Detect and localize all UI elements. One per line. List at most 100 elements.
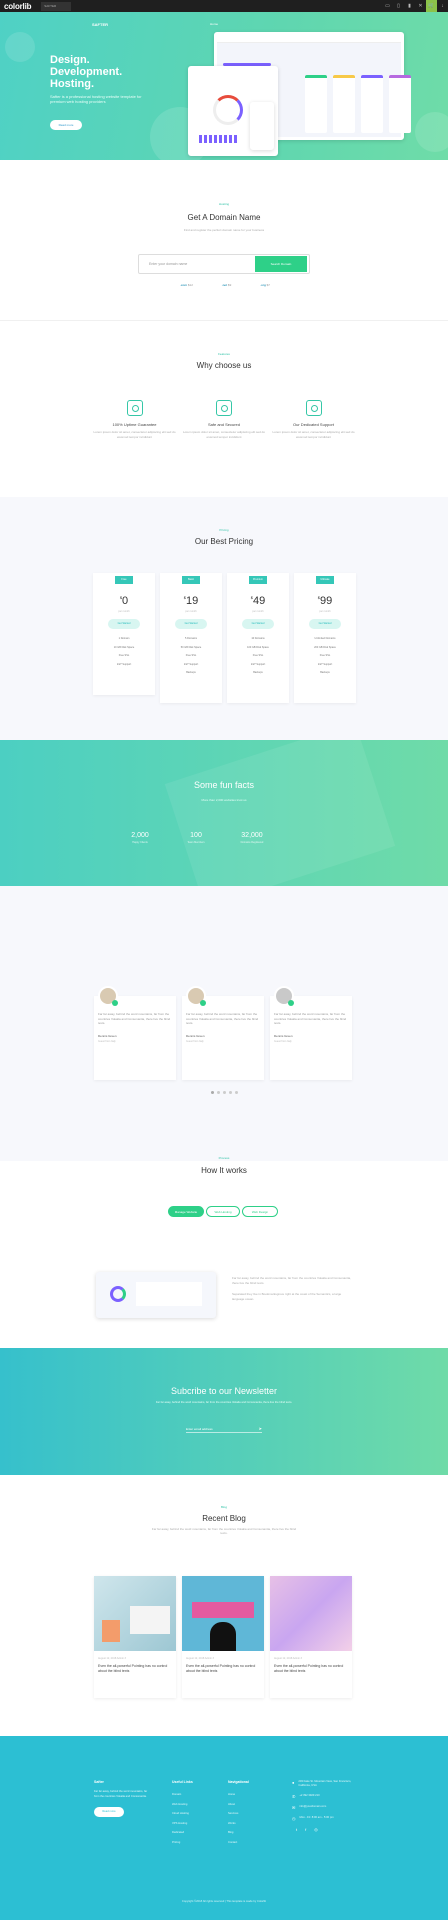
tld-item: .net $9 bbox=[221, 283, 232, 287]
contact-email[interactable]: info@yourdomain.com bbox=[299, 1805, 326, 1810]
fact-item: 32,000 Domains Registered bbox=[222, 832, 282, 844]
plan-feature: Unlimited Domains bbox=[314, 637, 336, 640]
feature-title: 100% Uptime Guarantee bbox=[112, 422, 157, 427]
map-pin-icon: ● bbox=[292, 1780, 295, 1785]
testimonial-role: Guest from Italy bbox=[186, 1039, 204, 1043]
hero-read-more-button[interactable]: Read more bbox=[50, 120, 82, 130]
hero-subtitle: Safter is a professional hosting website… bbox=[50, 94, 142, 104]
plan-feature: Backups bbox=[186, 671, 196, 674]
plan-feature: 100 GB Disk Space bbox=[247, 645, 269, 649]
how-text-2: Separated they live in Bookmarksgrove ri… bbox=[232, 1292, 342, 1301]
feature-text: Lorem ipsum dolor sit amet, consectetur … bbox=[182, 430, 266, 439]
plan-period: per month bbox=[252, 610, 264, 613]
blog-card[interactable]: August 12, 2018 Admin 3 Even the all-pow… bbox=[94, 1576, 176, 1698]
feature-title: Our Dedicated Support bbox=[293, 422, 334, 427]
testimonial-name: Dennis Green bbox=[98, 1033, 117, 1038]
footer-about: Safter Far far away, behind the word mou… bbox=[94, 1780, 152, 1817]
uptime-icon bbox=[126, 400, 143, 416]
nav-home[interactable]: Home bbox=[210, 22, 218, 26]
blog-label: Blog bbox=[220, 1505, 227, 1509]
download-icon[interactable]: ↓ bbox=[437, 0, 448, 12]
mobile-icon[interactable]: ▮ bbox=[404, 0, 415, 12]
blog-post-title[interactable]: Even the all-powerful Pointing has no co… bbox=[98, 1664, 172, 1674]
theme-tab[interactable]: SAFTER bbox=[41, 1, 72, 11]
tab-web-design[interactable]: Web Design bbox=[242, 1206, 278, 1217]
fact-label: Team Members bbox=[187, 841, 205, 844]
footer-link[interactable]: About bbox=[228, 1800, 249, 1810]
footer-contact: ● 203 Fake St. Mountain View, San Francis… bbox=[292, 1780, 356, 1832]
carousel-dot[interactable] bbox=[229, 1091, 232, 1094]
get-started-button[interactable]: Get Started bbox=[309, 619, 341, 629]
tab-manage-website[interactable]: Manage Website bbox=[168, 1206, 204, 1217]
tld-item: .org $7 bbox=[260, 283, 270, 287]
tab-web-hosting[interactable]: Web Hosting bbox=[206, 1206, 240, 1217]
plan-label: Basic bbox=[182, 576, 200, 584]
get-started-button[interactable]: Get Started bbox=[108, 619, 140, 629]
footer-read-more-button[interactable]: Read more bbox=[94, 1807, 124, 1817]
twitter-icon[interactable]: t bbox=[296, 1827, 297, 1832]
get-started-button[interactable]: Get Started bbox=[175, 619, 207, 629]
feature-card: Our Dedicated Support Lorem ipsum dolor … bbox=[271, 400, 356, 439]
plan-period: per month bbox=[319, 610, 331, 613]
desktop-icon[interactable]: ▭ bbox=[382, 0, 393, 12]
footer-link[interactable]: Contact bbox=[228, 1838, 249, 1848]
footer-link[interactable]: Services bbox=[228, 1809, 249, 1819]
clock-icon: ◷ bbox=[292, 1816, 296, 1821]
colorlib-logo[interactable]: colorlib bbox=[4, 2, 31, 11]
search-domain-button[interactable]: Search Domain bbox=[255, 256, 307, 272]
pricing-section bbox=[0, 497, 448, 740]
newsletter-title: Subcribe to our Newsletter bbox=[170, 1386, 278, 1396]
phone-icon: ✆ bbox=[292, 1794, 296, 1799]
avatar bbox=[98, 986, 118, 1006]
carousel-dot[interactable] bbox=[217, 1091, 220, 1094]
feature-text: Lorem ipsum dolor sit amet, consectetur … bbox=[93, 430, 176, 439]
blog-image bbox=[94, 1576, 176, 1651]
footer-link[interactable]: Home bbox=[228, 1790, 249, 1800]
footer-link[interactable]: Pricing bbox=[172, 1838, 193, 1848]
blog-post-title[interactable]: Even the all-powerful Pointing has no co… bbox=[186, 1664, 260, 1674]
contact-phone[interactable]: +2 392 3929 210 bbox=[299, 1794, 319, 1799]
plan-feature: 24/7 Support bbox=[116, 662, 132, 666]
footer-link[interactable]: Blog bbox=[228, 1828, 249, 1838]
footer-useful-links: Useful Links Domain Web Hosting Cloud Ho… bbox=[172, 1780, 193, 1847]
why-label: Features bbox=[218, 352, 230, 356]
blog-post-title[interactable]: Even the all-powerful Pointing has no co… bbox=[274, 1664, 348, 1674]
domain-search-input[interactable]: Enter your domain name bbox=[149, 262, 255, 266]
footer-link[interactable]: Web Hosting bbox=[172, 1800, 193, 1810]
plan-price: $49 bbox=[250, 595, 266, 607]
blog-image bbox=[182, 1576, 264, 1651]
testimonial-card: Far far away, behind the word mountains,… bbox=[182, 986, 264, 1080]
carousel-dot[interactable] bbox=[235, 1091, 238, 1094]
instagram-icon[interactable]: ◎ bbox=[314, 1827, 318, 1832]
send-icon[interactable]: ➤ bbox=[259, 1426, 262, 1431]
fact-number: 32,000 bbox=[241, 832, 263, 839]
avatar bbox=[186, 986, 206, 1006]
email-input[interactable]: Enter email address bbox=[186, 1427, 259, 1431]
carousel-dot[interactable] bbox=[223, 1091, 226, 1094]
tld-list: .com $12 .net $9 .org $7 bbox=[180, 283, 270, 287]
plan-price: $19 bbox=[183, 595, 199, 607]
footer-link[interactable]: Domain bbox=[172, 1790, 193, 1800]
get-started-button[interactable]: Get Started bbox=[242, 619, 274, 629]
brand-logo[interactable]: SAFTER bbox=[92, 22, 108, 27]
testimonial-role: Guest from Italy bbox=[98, 1039, 116, 1043]
testimonial-card: Far far away, behind the word mountains,… bbox=[94, 986, 176, 1080]
tablet-icon[interactable]: ▯ bbox=[393, 0, 404, 12]
plan-feature: 5 Domains bbox=[185, 637, 197, 640]
testimonial-card: Far far away, behind the word mountains,… bbox=[270, 986, 352, 1080]
dashboard-screenshot bbox=[96, 1272, 216, 1318]
footer-link[interactable]: VPS Hosting bbox=[172, 1819, 193, 1829]
cart-icon[interactable]: 🛒 bbox=[426, 0, 437, 12]
newsletter-section: Subcribe to our Newsletter Far far away,… bbox=[0, 1348, 448, 1475]
footer-link[interactable]: Works bbox=[228, 1819, 249, 1829]
close-icon[interactable]: ✕ bbox=[415, 0, 426, 12]
facebook-icon[interactable]: f bbox=[305, 1827, 306, 1832]
blog-card[interactable]: August 12, 2018 Admin 3 Even the all-pow… bbox=[270, 1576, 352, 1698]
footer-link[interactable]: Dedicated bbox=[172, 1828, 193, 1838]
blog-card[interactable]: August 12, 2018 Admin 3 Even the all-pow… bbox=[182, 1576, 264, 1698]
fact-number: 2,000 bbox=[131, 832, 149, 839]
plan-period: per month bbox=[185, 610, 197, 613]
newsletter-form: Enter email address ➤ bbox=[186, 1425, 262, 1433]
footer-link[interactable]: Cloud Hosting bbox=[172, 1809, 193, 1819]
carousel-dot[interactable] bbox=[211, 1091, 214, 1094]
